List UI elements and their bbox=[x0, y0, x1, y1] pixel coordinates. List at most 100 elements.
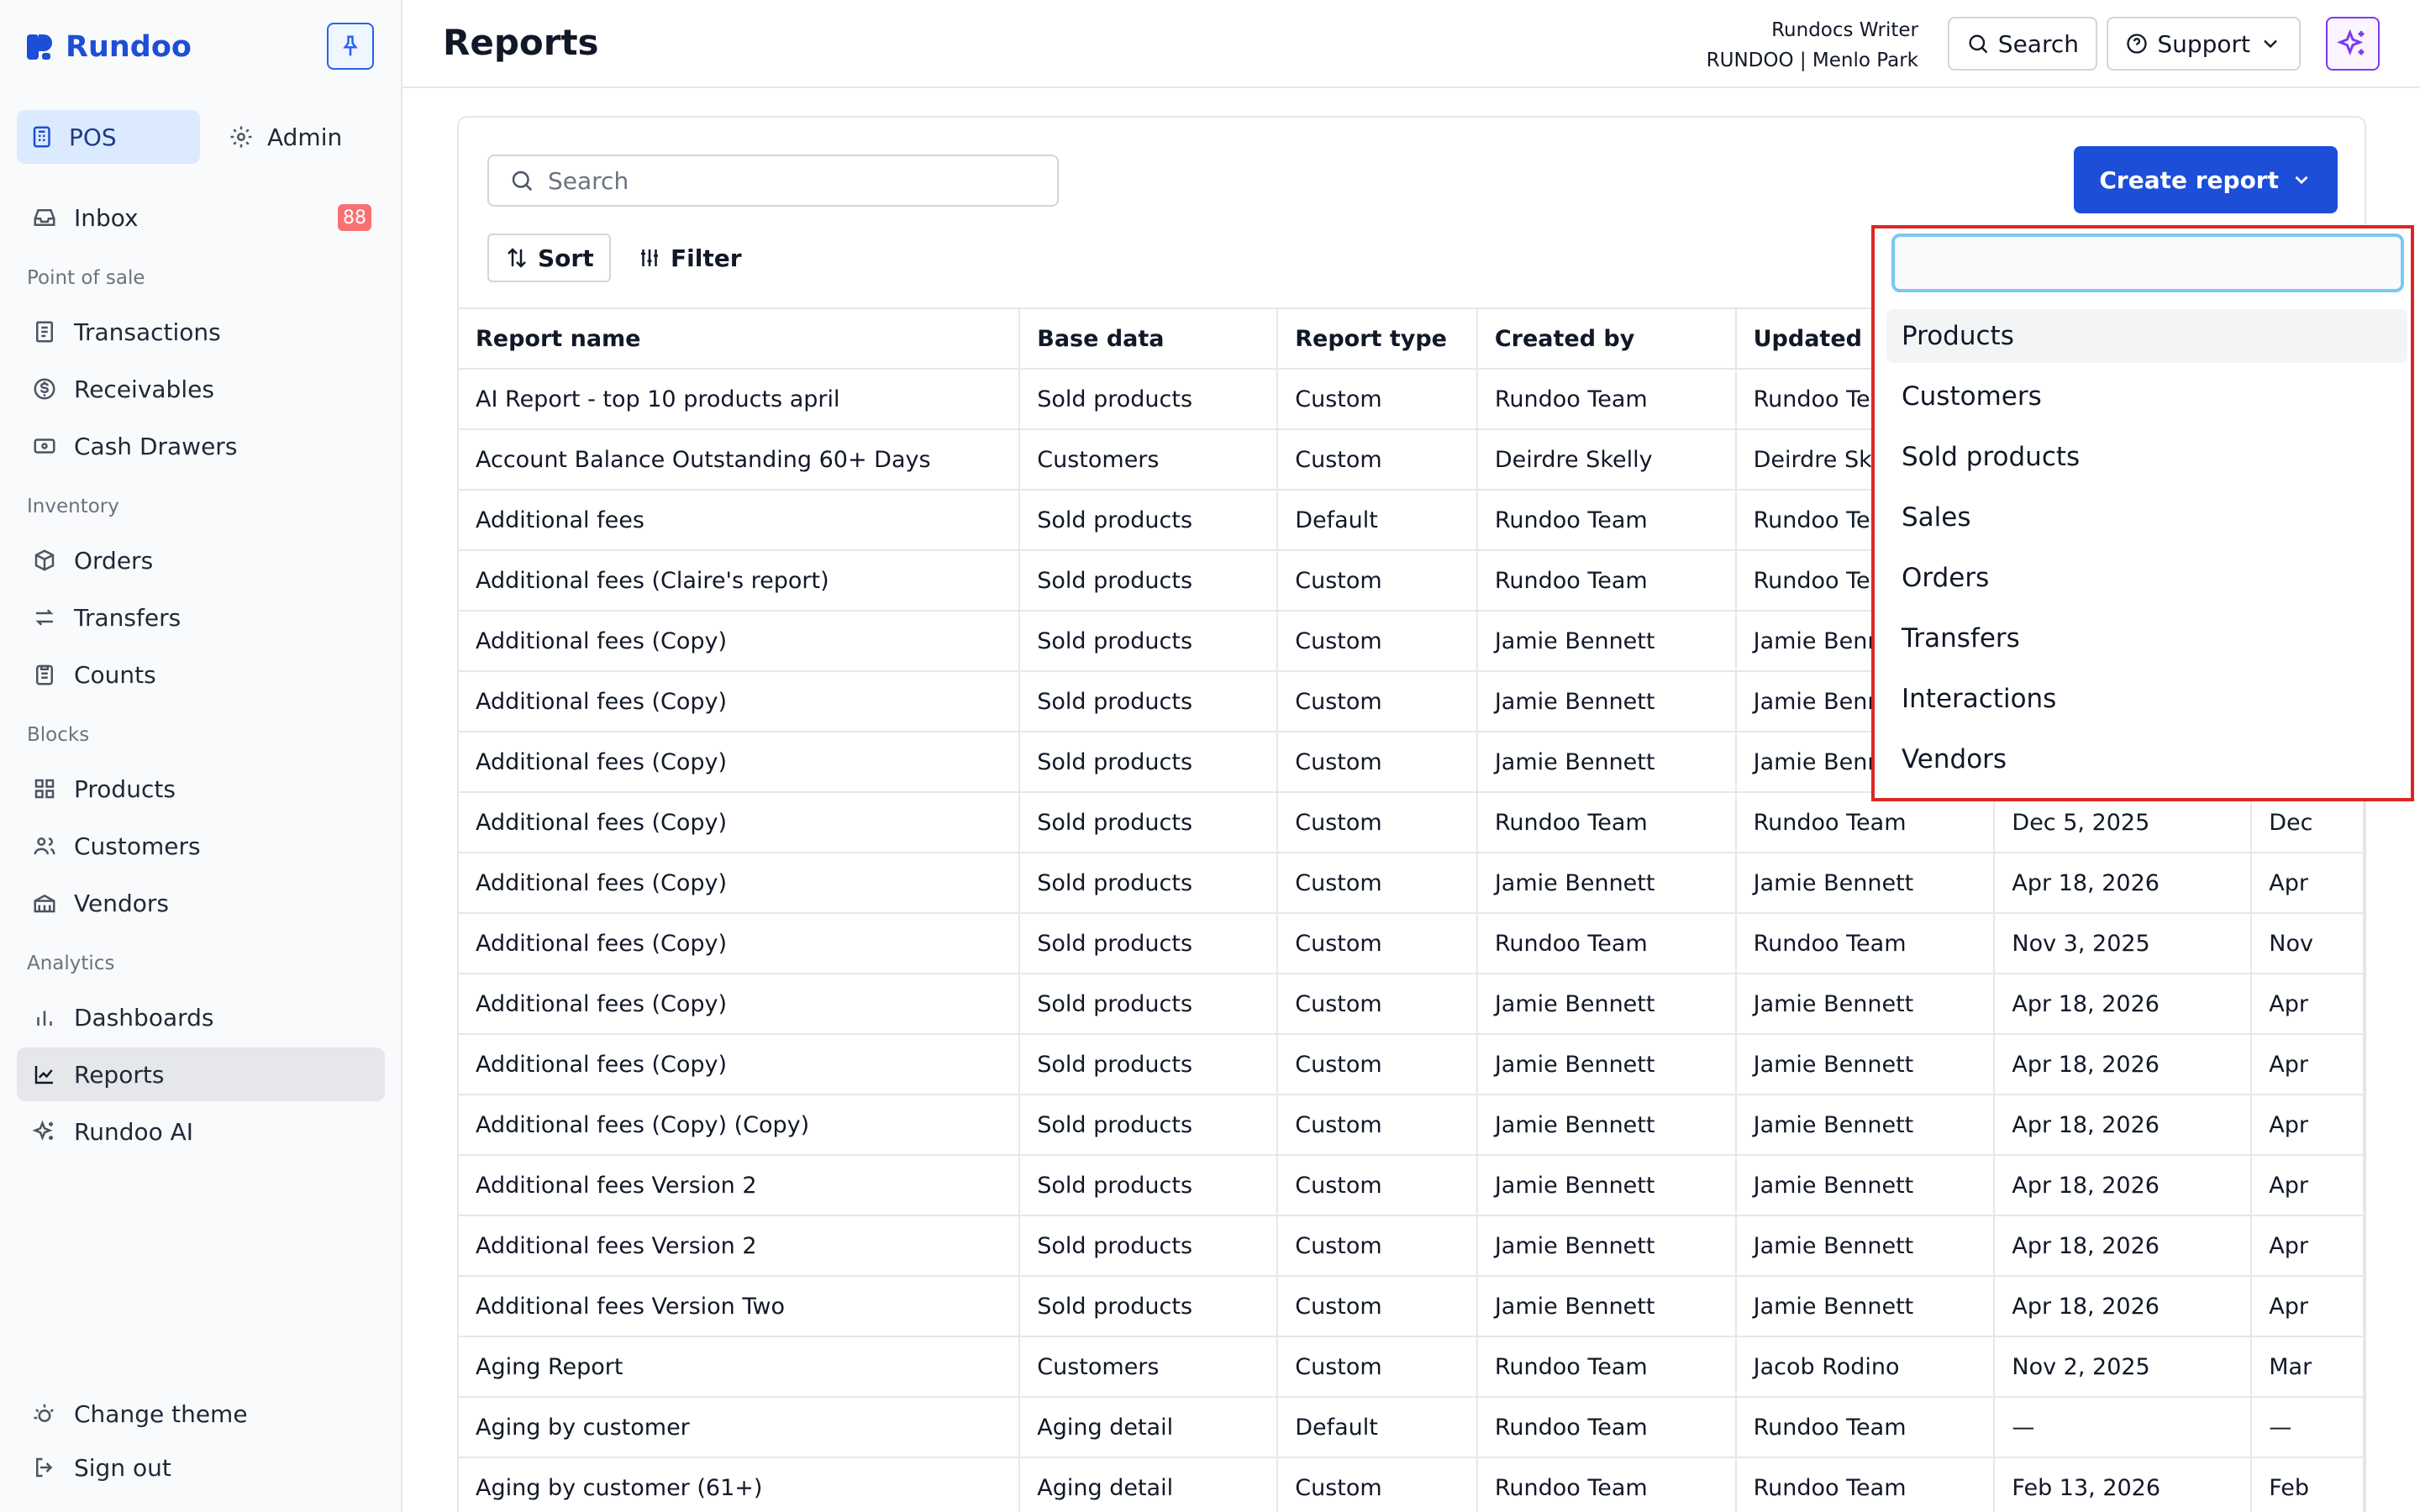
table-row[interactable]: Additional fees (Copy) Sold products Custo… bbox=[459, 852, 2365, 914]
table-cell: Sold products bbox=[1018, 1033, 1279, 1095]
sidebar-item-rundoo-ai[interactable]: Rundoo AI bbox=[17, 1105, 385, 1158]
table-row[interactable]: Additional fees (Copy) Sold products Custo… bbox=[459, 1033, 2365, 1095]
sidebar-item-transactions[interactable]: Transactions bbox=[17, 305, 385, 359]
change-theme-button[interactable]: Change theme bbox=[17, 1387, 385, 1441]
table-cell: Rundoo Team bbox=[1476, 549, 1737, 612]
table-cell: Jamie Bennett bbox=[1734, 973, 1996, 1035]
sidebar-item-products[interactable]: Products bbox=[17, 762, 385, 816]
search-icon bbox=[512, 171, 533, 192]
table-cell: Sold products bbox=[1018, 791, 1279, 853]
table-cell: Apr 18, 2026 bbox=[1993, 852, 2253, 914]
dropdown-search-input[interactable] bbox=[1895, 237, 2401, 289]
table-row[interactable]: Additional fees (Copy) Sold products Custo… bbox=[459, 973, 2365, 1035]
table-cell: Additional fees Version Two bbox=[459, 1275, 1021, 1337]
sparkles-icon bbox=[30, 1117, 59, 1146]
table-cell: Sold products bbox=[1018, 549, 1279, 612]
create-report-button[interactable]: Create report bbox=[2074, 146, 2338, 213]
table-cell: Feb 13, 2026 bbox=[1993, 1457, 2253, 1512]
sidebar-item-vendors[interactable]: Vendors bbox=[17, 876, 385, 930]
sidebar-item-label: Dashboards bbox=[74, 1003, 214, 1032]
table-row[interactable]: Additional fees Version 2 Sold products Cu… bbox=[459, 1215, 2365, 1277]
column-header[interactable]: Base data bbox=[1018, 307, 1279, 370]
help-circle-icon bbox=[2127, 34, 2147, 54]
logo[interactable]: Rundoo bbox=[25, 29, 192, 66]
user-info: Rundocs Writer RUNDOO | Menlo Park bbox=[1707, 15, 1918, 76]
table-cell: Additional fees (Copy) bbox=[459, 852, 1021, 914]
sidebar-item-counts[interactable]: Counts bbox=[17, 648, 385, 701]
sidebar-item-label: Change theme bbox=[74, 1399, 248, 1428]
sidebar-item-label: Transactions bbox=[74, 318, 221, 346]
dropdown-option[interactable]: Transfers bbox=[1886, 612, 2407, 665]
table-cell: Customers bbox=[1018, 1336, 1279, 1398]
filter-button[interactable]: Filter bbox=[627, 234, 752, 282]
section-label-inventory: Inventory bbox=[27, 496, 119, 517]
table-cell: Additional fees (Copy) bbox=[459, 670, 1021, 732]
section-label-blocks: Blocks bbox=[27, 724, 90, 746]
pin-sidebar-button[interactable] bbox=[327, 23, 374, 70]
sidebar-item-inbox[interactable]: Inbox 88 bbox=[17, 191, 385, 244]
sort-button[interactable]: Sort bbox=[487, 234, 611, 282]
sign-out-button[interactable]: Sign out bbox=[17, 1441, 385, 1494]
user-org: RUNDOO | Menlo Park bbox=[1706, 50, 1918, 71]
ai-assistant-button[interactable] bbox=[2326, 17, 2380, 71]
table-row[interactable]: Aging by customer Aging detail Default Rund… bbox=[459, 1396, 2365, 1458]
table-cell: Custom bbox=[1276, 1457, 1478, 1512]
table-cell: Apr bbox=[2250, 1094, 2365, 1156]
table-cell: Apr bbox=[2250, 1033, 2365, 1095]
sidebar-item-dashboards[interactable]: Dashboards bbox=[17, 990, 385, 1044]
logout-icon bbox=[30, 1453, 59, 1482]
table-cell: Custom bbox=[1276, 1336, 1478, 1398]
sidebar-item-label: Vendors bbox=[74, 889, 169, 917]
dropdown-option[interactable]: Customers bbox=[1886, 370, 2407, 423]
table-cell: Sold products bbox=[1018, 1094, 1279, 1156]
dollar-circle-icon bbox=[30, 375, 59, 403]
table-row[interactable]: Additional fees Version 2 Sold products Cu… bbox=[459, 1154, 2365, 1216]
column-header[interactable]: Report name bbox=[459, 307, 1021, 370]
table-cell: Apr 18, 2026 bbox=[1993, 973, 2253, 1035]
sidebar-item-label: Sign out bbox=[74, 1453, 171, 1482]
sidebar-item-reports[interactable]: Reports bbox=[17, 1047, 385, 1101]
table-row[interactable]: Additional fees Version Two Sold products… bbox=[459, 1275, 2365, 1337]
dropdown-option[interactable]: Products bbox=[1886, 309, 2407, 363]
dropdown-option[interactable]: Interactions bbox=[1886, 672, 2407, 726]
support-button[interactable]: Support bbox=[2107, 17, 2301, 71]
column-header[interactable]: Report type bbox=[1276, 307, 1478, 370]
table-cell: Custom bbox=[1276, 1094, 1478, 1156]
table-cell: Custom bbox=[1276, 731, 1478, 793]
table-cell: Sold products bbox=[1018, 670, 1279, 732]
table-cell: Custom bbox=[1276, 912, 1478, 974]
table-cell: Aging detail bbox=[1018, 1457, 1279, 1512]
register-icon bbox=[33, 126, 50, 148]
table-cell: Aging Report bbox=[459, 1336, 1021, 1398]
table-row[interactable]: Aging Report Customers Custom Rundoo Team Ja… bbox=[459, 1336, 2365, 1398]
sidebar-item-orders[interactable]: Orders bbox=[17, 533, 385, 587]
mode-tab-admin[interactable]: Admin bbox=[215, 110, 398, 164]
table-row[interactable]: Additional fees (Copy) Sold products Custo… bbox=[459, 912, 2365, 974]
table-cell: Jamie Bennett bbox=[1734, 852, 1996, 914]
dropdown-option[interactable]: Vendors bbox=[1886, 732, 2407, 786]
sidebar-item-receivables[interactable]: Receivables bbox=[17, 362, 385, 416]
table-cell: Aging by customer (61+) bbox=[459, 1457, 1021, 1512]
column-header[interactable]: Created by bbox=[1476, 307, 1737, 370]
table-cell: Default bbox=[1276, 489, 1478, 551]
dropdown-option[interactable]: Sold products bbox=[1886, 430, 2407, 484]
users-icon bbox=[30, 832, 59, 860]
sidebar-item-transfers[interactable]: Transfers bbox=[17, 591, 385, 644]
clipboard-icon bbox=[30, 660, 59, 689]
table-cell: Rundoo Team bbox=[1476, 1336, 1737, 1398]
table-cell: Custom bbox=[1276, 1275, 1478, 1337]
global-search-button[interactable]: Search bbox=[1947, 17, 2097, 71]
table-cell: Sold products bbox=[1018, 973, 1279, 1035]
table-row[interactable]: Additional fees (Copy) (Copy) Sold produc… bbox=[459, 1094, 2365, 1156]
dropdown-option[interactable]: Sales bbox=[1886, 491, 2407, 544]
global-search-label: Search bbox=[1997, 29, 2079, 58]
sidebar-item-customers[interactable]: Customers bbox=[17, 819, 385, 873]
table-cell: Sold products bbox=[1018, 1275, 1279, 1337]
mode-tab-pos[interactable]: POS bbox=[17, 110, 200, 164]
table-cell: Jamie Bennett bbox=[1476, 610, 1737, 672]
table-row[interactable]: Aging by customer (61+) Aging detail Custo… bbox=[459, 1457, 2365, 1512]
sidebar-item-cash-drawers[interactable]: Cash Drawers bbox=[17, 419, 385, 473]
reports-search-input[interactable] bbox=[548, 166, 1018, 195]
dropdown-option[interactable]: Orders bbox=[1886, 551, 2407, 605]
chevron-down-icon bbox=[2295, 176, 2308, 185]
